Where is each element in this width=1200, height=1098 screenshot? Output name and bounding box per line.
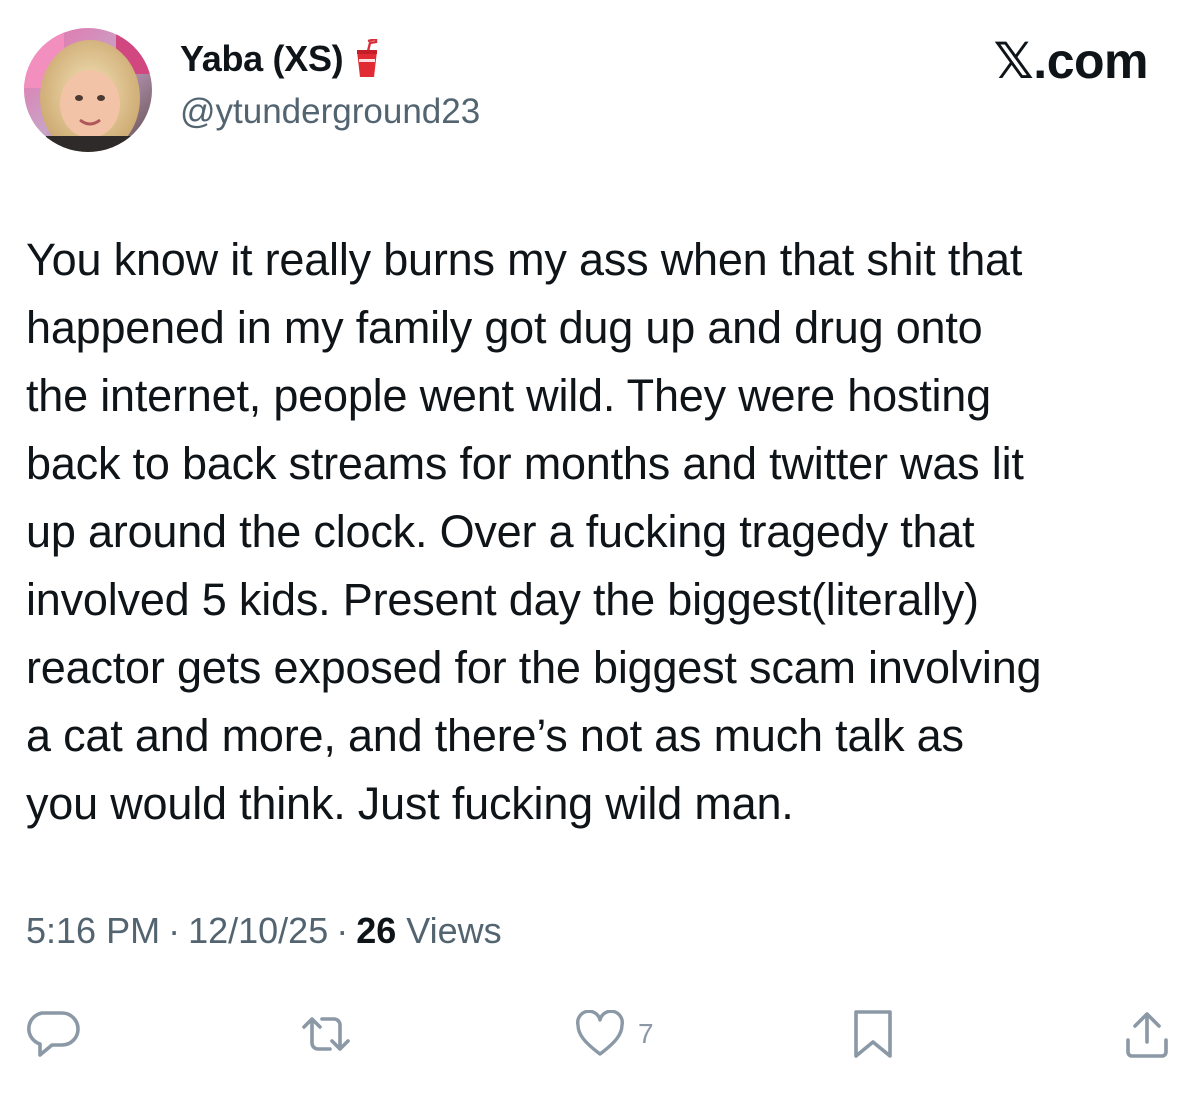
heart-icon bbox=[574, 1010, 626, 1058]
tweet-meta: 5:16 PM · 12/10/25 · 26 Views bbox=[26, 910, 502, 952]
views-label: Views bbox=[406, 910, 502, 951]
retweet-button[interactable] bbox=[296, 1008, 356, 1060]
avatar[interactable] bbox=[24, 28, 152, 152]
action-bar: 7 bbox=[0, 1000, 1200, 1070]
share-icon bbox=[1122, 1008, 1172, 1060]
author-handle[interactable]: @ytunderground23 bbox=[180, 92, 480, 132]
like-button[interactable]: 7 bbox=[574, 1008, 654, 1060]
meta-separator: · bbox=[168, 910, 181, 951]
like-count: 7 bbox=[638, 1018, 654, 1049]
author-name-row[interactable]: Yaba (XS) bbox=[180, 36, 379, 82]
display-name[interactable]: Yaba (XS) bbox=[180, 38, 344, 80]
bookmark-button[interactable] bbox=[850, 1008, 896, 1060]
share-button[interactable] bbox=[1122, 1008, 1172, 1060]
tweet-date[interactable]: 12/10/25 bbox=[188, 910, 328, 952]
reply-button[interactable] bbox=[26, 1008, 80, 1060]
cup-with-straw-icon bbox=[355, 37, 379, 79]
tweet-time[interactable]: 5:16 PM bbox=[26, 910, 160, 952]
retweet-icon bbox=[296, 1009, 356, 1059]
views-count: 26 bbox=[356, 910, 397, 951]
bookmark-icon bbox=[850, 1008, 896, 1060]
avatar-image bbox=[24, 28, 152, 152]
meta-separator: · bbox=[336, 910, 349, 951]
tweet-text: You know it really burns my ass when tha… bbox=[26, 234, 1042, 829]
speech-bubble-icon bbox=[26, 1009, 80, 1059]
brand-logo: 𝕏.com bbox=[993, 33, 1149, 89]
